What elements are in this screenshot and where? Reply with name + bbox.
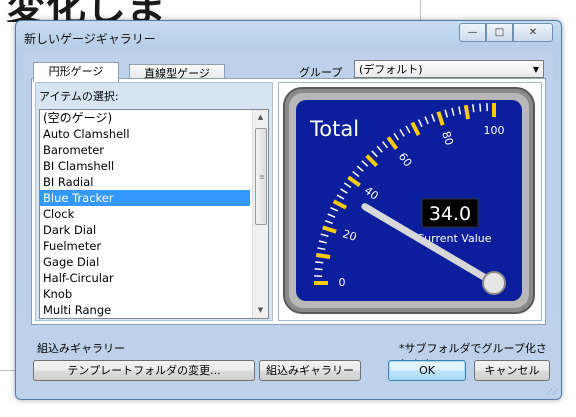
window-controls: — □ ✕ xyxy=(459,23,553,42)
minor-tick xyxy=(314,268,323,271)
background-heading: 変化しま xyxy=(6,0,166,22)
list-scrollbar[interactable]: ▲ ≡ ▼ xyxy=(252,110,268,318)
background-document: 変化しま xyxy=(0,0,421,22)
gauge-preview: Total 0 20 40 60 80 100 34.0 Current Value xyxy=(278,82,542,321)
ok-button[interactable]: OK xyxy=(388,360,466,381)
list-item[interactable]: BI Clamshell xyxy=(40,158,250,174)
major-tick xyxy=(463,104,471,120)
group-select-value: (デフォルト) xyxy=(359,63,423,76)
gauge-svg: Total 020406080 100 34.0 Current Value xyxy=(283,87,535,314)
dialog-client: 円形ゲージ 直線型ゲージ グループ (デフォルト) ▼ アイテムの選択: (空の… xyxy=(23,51,553,391)
chevron-down-icon: ▼ xyxy=(532,65,539,74)
list-item[interactable]: Clock xyxy=(40,206,250,222)
list-item[interactable]: Gage Dial xyxy=(40,254,250,270)
group-select[interactable]: (デフォルト) ▼ xyxy=(354,60,544,78)
list-item[interactable]: Dark Dial xyxy=(40,222,250,238)
close-button[interactable]: ✕ xyxy=(513,23,553,42)
scroll-down-icon[interactable]: ▼ xyxy=(253,303,268,318)
maximize-button[interactable]: □ xyxy=(486,23,513,42)
change-template-folder-button[interactable]: テンプレートフォルダの変更... xyxy=(33,360,255,381)
minimize-button[interactable]: — xyxy=(459,23,486,42)
list-item[interactable]: Knob xyxy=(40,286,250,302)
gauge-listbox[interactable]: (空のゲージ) Auto Clamshell Barometer BI Clamshe… xyxy=(39,109,269,319)
list-item[interactable]: Half-Circular xyxy=(40,270,250,286)
list-item[interactable]: (空のゲージ) xyxy=(40,110,250,126)
needle-hub xyxy=(482,271,506,295)
resize-grip-icon[interactable]: ⋰⋰ xyxy=(546,388,559,396)
list-item[interactable]: Auto Clamshell xyxy=(40,126,250,142)
minor-tick xyxy=(315,261,324,264)
window-title: 新しいゲージギャラリー xyxy=(24,32,156,46)
grip-icon: ≡ xyxy=(259,173,265,181)
tab-circular-gauge[interactable]: 円形ゲージ xyxy=(33,62,119,82)
scroll-thumb[interactable]: ≡ xyxy=(255,128,267,225)
value-text: 34.0 xyxy=(429,203,471,225)
list-item[interactable]: Blue Tracker xyxy=(40,190,250,206)
gauge-title: Total xyxy=(309,117,359,141)
list-item[interactable]: BI Radial xyxy=(40,174,250,190)
scroll-up-icon[interactable]: ▲ xyxy=(253,110,268,125)
major-tick xyxy=(315,252,331,260)
minor-tick xyxy=(472,104,475,113)
builtin-gallery-label: 組込みギャラリー xyxy=(37,342,125,355)
tab-panel: アイテムの選択: (空のゲージ) Auto Clamshell Barometer B… xyxy=(31,78,546,325)
list-item[interactable]: Multi Range xyxy=(40,302,250,318)
cancel-button[interactable]: キャンセル xyxy=(474,360,550,381)
gauge-list: (空のゲージ) Auto Clamshell Barometer BI Clamshe… xyxy=(40,110,268,318)
minor-tick xyxy=(479,103,482,112)
background-divider xyxy=(0,370,16,371)
tick-label: 100 xyxy=(484,124,505,137)
gauge-gallery-dialog: 新しいゲージギャラリー — □ ✕ 円形ゲージ 直線型ゲージ グループ (デフォ… xyxy=(15,20,562,400)
list-item[interactable]: Barometer xyxy=(40,142,250,158)
builtin-gallery-button[interactable]: 組込みギャラリー xyxy=(259,360,361,381)
tick-label: 0 xyxy=(339,276,346,289)
list-item[interactable]: Fuelmeter xyxy=(40,238,250,254)
item-panel: アイテムの選択: (空のゲージ) Auto Clamshell Barometer B… xyxy=(35,82,273,321)
item-select-label: アイテムの選択: xyxy=(39,90,119,103)
